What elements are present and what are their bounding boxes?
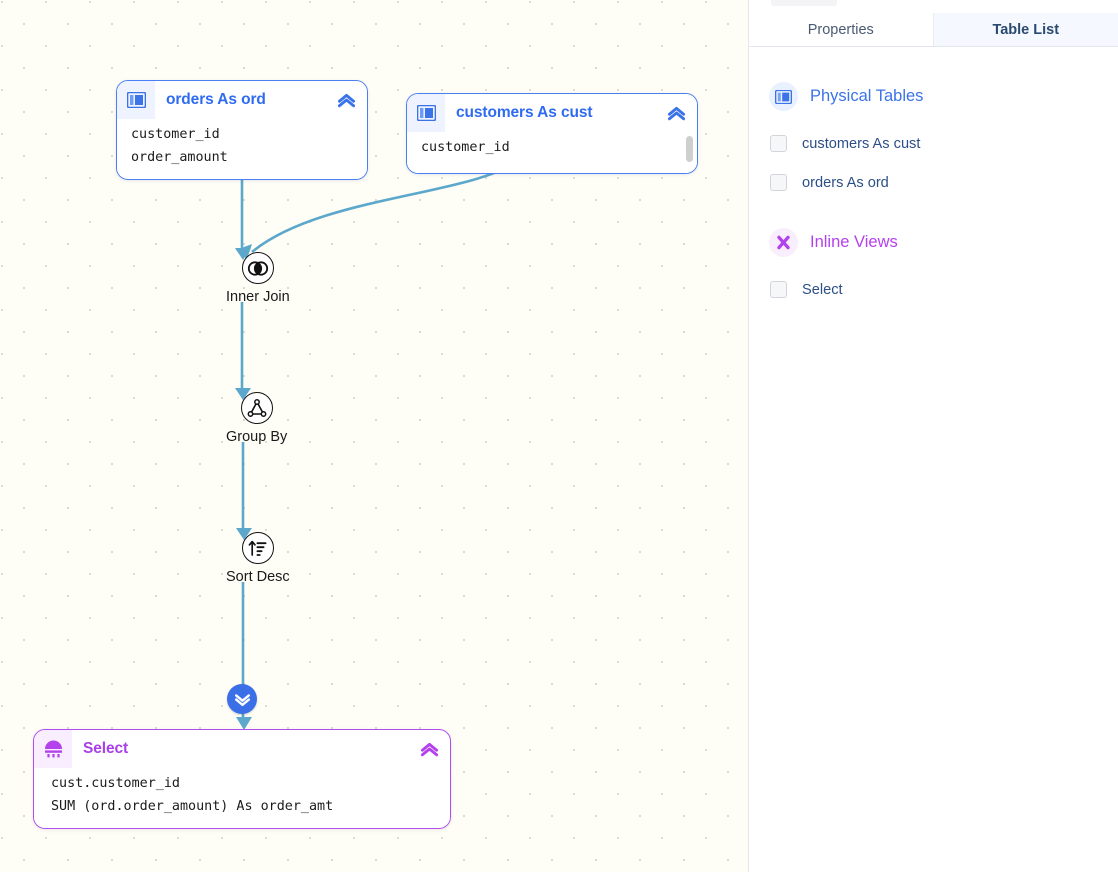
node-header[interactable]: orders As ord	[117, 81, 367, 119]
operator-group-by[interactable]: Group By	[226, 392, 287, 445]
double-chevron-up-icon[interactable]	[665, 102, 687, 124]
tab-table-list[interactable]: Table List	[933, 13, 1118, 46]
inline-view-icon	[34, 730, 72, 768]
node-field-list: customer_id order_amount	[117, 119, 367, 179]
double-chevron-down-icon	[234, 693, 250, 706]
panel-tabs: Properties Table List	[749, 13, 1118, 47]
field-item[interactable]: cust.customer_id	[51, 772, 450, 795]
operator-label: Inner Join	[226, 289, 290, 305]
venn-join-icon	[241, 252, 274, 284]
node-title: orders As ord	[166, 91, 266, 108]
flow-canvas[interactable]: orders As ord customer_id order_amount c…	[0, 0, 748, 872]
list-item-label: customers As cust	[802, 135, 921, 152]
expand-select-button[interactable]	[227, 684, 257, 714]
tab-label: Table List	[992, 21, 1060, 38]
double-chevron-up-icon[interactable]	[335, 89, 357, 111]
node-orders-as-ord[interactable]: orders As ord customer_id order_amount	[116, 80, 368, 180]
node-customers-as-cust[interactable]: customers As cust customer_id	[406, 93, 698, 174]
right-panel: Properties Table List Physical Tables cu…	[748, 0, 1118, 872]
field-item[interactable]: SUM (ord.order_amount) As order_amt	[51, 795, 450, 818]
double-chevron-up-icon[interactable]	[418, 738, 440, 760]
tab-label: Properties	[807, 21, 874, 38]
sort-desc-icon	[241, 532, 274, 564]
operator-inner-join[interactable]: Inner Join	[226, 252, 290, 305]
table-icon	[769, 82, 798, 111]
section-title: Inline Views	[810, 233, 898, 251]
inline-view-icon	[769, 228, 798, 257]
list-item-label: orders As ord	[802, 174, 889, 191]
field-item[interactable]: customer_id	[131, 123, 367, 146]
section-title: Physical Tables	[810, 87, 924, 105]
operator-label: Sort Desc	[226, 569, 290, 585]
checkbox[interactable]	[770, 135, 787, 152]
node-scrollbar[interactable]	[686, 136, 693, 162]
section-physical-tables: Physical Tables	[749, 82, 1118, 111]
operator-sort-desc[interactable]: Sort Desc	[226, 532, 290, 585]
node-select-inline-view[interactable]: Select cust.customer_id SUM (ord.order_a…	[33, 729, 451, 829]
query-builder-app: orders As ord customer_id order_amount c…	[0, 0, 1118, 872]
table-icon	[117, 81, 155, 119]
node-header[interactable]: Select	[34, 730, 450, 768]
node-title: Select	[83, 740, 129, 757]
section-inline-views: Inline Views	[749, 228, 1118, 257]
node-title: customers As cust	[456, 104, 593, 121]
node-field-list: cust.customer_id SUM (ord.order_amount) …	[34, 768, 450, 828]
field-item[interactable]: order_amount	[131, 146, 367, 169]
panel-top-stub	[771, 0, 837, 6]
node-field-list: customer_id	[407, 132, 697, 173]
node-header[interactable]: customers As cust	[407, 94, 697, 132]
group-by-icon	[240, 392, 273, 424]
operator-label: Group By	[226, 429, 288, 445]
list-item-orders-as-ord[interactable]: orders As ord	[749, 163, 1118, 202]
tab-properties[interactable]: Properties	[749, 13, 934, 46]
list-item-customers-as-cust[interactable]: customers As cust	[749, 124, 1118, 163]
list-item-select[interactable]: Select	[749, 270, 1118, 309]
field-item[interactable]: customer_id	[421, 136, 697, 159]
table-icon	[407, 94, 445, 132]
checkbox[interactable]	[770, 281, 787, 298]
list-item-label: Select	[802, 281, 843, 298]
checkbox[interactable]	[770, 174, 787, 191]
